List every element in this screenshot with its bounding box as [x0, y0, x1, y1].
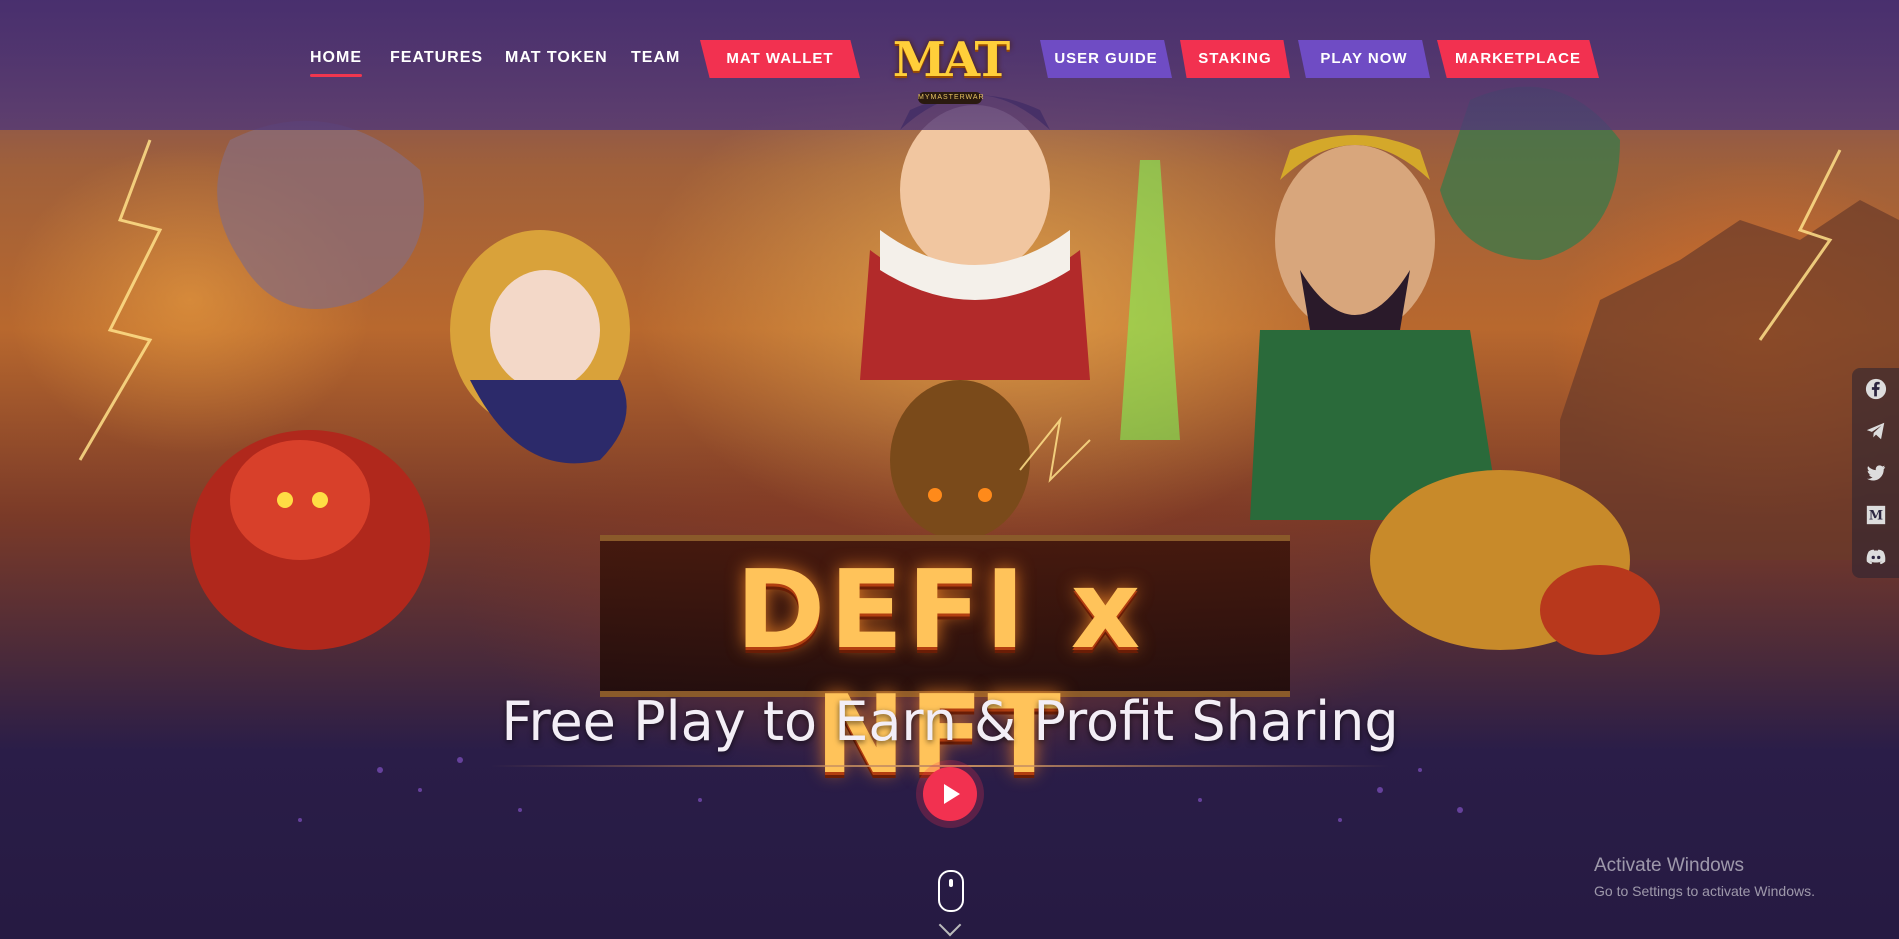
social-sidebar: M: [1852, 368, 1899, 578]
play-video-button[interactable]: [923, 767, 977, 821]
svg-text:M: M: [1869, 509, 1883, 524]
watermark-title: Activate Windows: [1594, 855, 1744, 876]
nav-home[interactable]: HOME: [310, 49, 362, 77]
top-navbar: HOME FEATURES MAT TOKEN TEAM MAT WALLET …: [0, 0, 1899, 130]
scroll-mouse-icon[interactable]: [938, 870, 964, 912]
hero-tagline: Free Play to Earn & Profit Sharing: [501, 690, 1399, 753]
logo-text: MAT: [892, 32, 1010, 88]
watermark-subtitle: Go to Settings to activate Windows.: [1594, 883, 1815, 899]
medium-icon[interactable]: M: [1865, 504, 1887, 526]
marketplace-button[interactable]: MARKETPLACE: [1437, 40, 1599, 78]
facebook-icon[interactable]: [1865, 378, 1887, 400]
nav-mat-token[interactable]: MAT TOKEN: [505, 49, 608, 67]
user-guide-button[interactable]: USER GUIDE: [1040, 40, 1172, 78]
twitter-icon[interactable]: [1865, 462, 1887, 484]
play-now-button[interactable]: PLAY NOW: [1298, 40, 1430, 78]
logo-subtitle: MYMASTERWAR: [918, 92, 984, 104]
staking-button[interactable]: STAKING: [1180, 40, 1290, 78]
telegram-icon[interactable]: [1865, 420, 1887, 442]
hero-headline: DEFI x NFT: [735, 548, 1145, 798]
nav-features[interactable]: FEATURES: [390, 49, 483, 67]
mat-logo[interactable]: MAT MYMASTERWAR: [890, 14, 1010, 106]
nav-team[interactable]: TEAM: [631, 49, 680, 67]
divider: [490, 765, 1390, 767]
mat-wallet-button[interactable]: MAT WALLET: [700, 40, 860, 78]
windows-activation-watermark: Activate Windows Go to Settings to activ…: [1594, 855, 1815, 899]
discord-icon[interactable]: [1865, 546, 1887, 568]
